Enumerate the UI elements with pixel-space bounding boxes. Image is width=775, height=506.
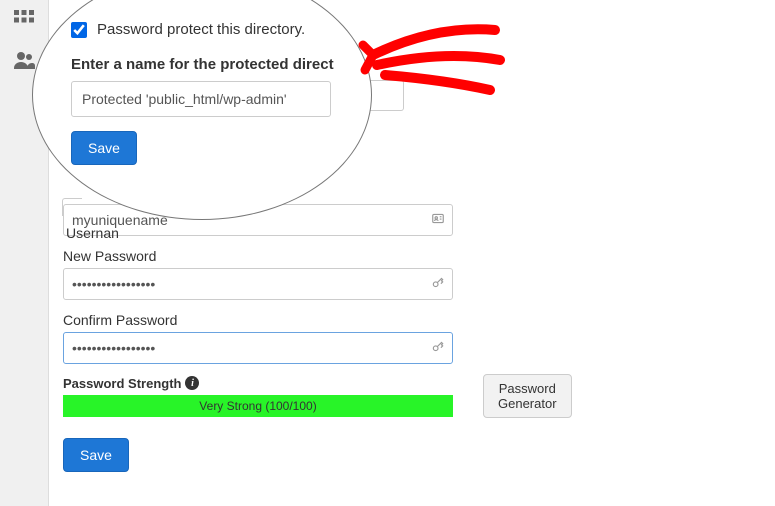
- password-protect-label: Password protect this directory.: [97, 21, 305, 38]
- strength-text: Very Strong (100/100): [199, 399, 316, 413]
- username-label-partial: Usernan: [66, 225, 119, 241]
- confirm-password-input[interactable]: [63, 332, 453, 364]
- new-password-input[interactable]: [63, 268, 453, 300]
- password-generator-button[interactable]: Password Generator: [483, 374, 572, 418]
- info-icon[interactable]: i: [185, 376, 199, 390]
- magnifier-save-button[interactable]: Save: [71, 131, 137, 165]
- password-strength-row: Password Strength i Very Strong (100/100…: [63, 374, 453, 418]
- password-strength-bar: Very Strong (100/100): [63, 395, 453, 417]
- new-password-block: New Password: [63, 248, 453, 300]
- protect-checkbox-row: Password protect this directory.: [71, 21, 351, 38]
- confirm-password-block: Confirm Password: [63, 312, 453, 364]
- new-password-label: New Password: [63, 248, 453, 264]
- apps-grid-icon[interactable]: [12, 8, 36, 32]
- strength-label-text: Password Strength: [63, 376, 181, 391]
- save-button[interactable]: Save: [63, 438, 129, 472]
- password-strength-label: Password Strength i: [63, 376, 453, 391]
- directory-name-input[interactable]: [71, 81, 331, 117]
- background-corner: [62, 198, 82, 216]
- password-protect-checkbox[interactable]: [71, 22, 87, 38]
- users-icon[interactable]: [12, 48, 36, 72]
- confirm-password-label: Confirm Password: [63, 312, 453, 328]
- directory-name-label: Enter a name for the protected direct: [71, 56, 351, 73]
